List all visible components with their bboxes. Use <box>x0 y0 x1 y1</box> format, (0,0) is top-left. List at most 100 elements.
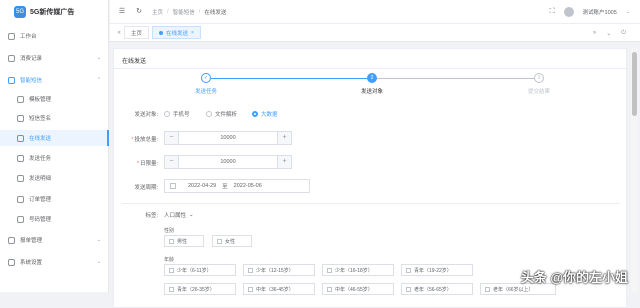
sidebar-item-label: 消费记录 <box>20 54 42 62</box>
radio-big-data[interactable]: 大数据 <box>252 110 278 118</box>
total-volume-input[interactable]: 10000 <box>179 132 277 144</box>
fullscreen-icon[interactable]: ⛶ <box>550 8 555 16</box>
calendar-icon <box>170 183 176 189</box>
report-icon <box>8 237 15 244</box>
task-icon <box>17 155 24 162</box>
top-bar: ☰ ↻ 主页 / 智能短信 / 在线发送 ⛶ 测试账户1005 ⌄ <box>110 0 640 24</box>
tab-menu-icon[interactable]: ⌄ <box>606 30 611 37</box>
breadcrumb-home[interactable]: 主页 <box>152 8 163 16</box>
step-line-2 <box>377 78 534 79</box>
scrollbar-thumb[interactable] <box>632 52 637 116</box>
tag-category-select[interactable]: 人口属性 ⌄ <box>164 211 194 219</box>
send-icon <box>17 135 24 142</box>
checkbox-age-19-22[interactable]: 青年（19-22岁） <box>401 264 473 276</box>
page-title: 在线发送 <box>122 56 146 65</box>
checkbox-age-36-45[interactable]: 中年（36-45岁） <box>243 283 315 295</box>
daily-limit-label: *日限量: <box>118 159 158 167</box>
sidebar-item-online-send[interactable]: 在线发送 <box>0 130 109 146</box>
sidebar-item-label: 模板管理 <box>29 95 51 103</box>
age-label: 年龄 <box>164 256 174 263</box>
avatar[interactable] <box>564 7 574 17</box>
breadcrumb-current: 在线发送 <box>204 8 226 16</box>
checkbox-age-56-65[interactable]: 老年（56-65岁） <box>401 283 473 295</box>
sidebar-item-send-details[interactable]: 发送明细 <box>0 170 109 186</box>
sidebar-item-smart-sms[interactable]: 智能短信 ⌃ <box>0 72 109 88</box>
step-3-label: 提交结果 <box>519 87 559 95</box>
tab-online-send[interactable]: 在线发送 × <box>152 26 201 39</box>
sidebar-item-consumption[interactable]: 消费记录 ⌄ <box>0 50 109 66</box>
message-icon <box>8 77 15 84</box>
checkbox-age-16-18[interactable]: 少年（16-18岁） <box>322 264 394 276</box>
template-icon <box>17 96 24 103</box>
send-type-label: 发送对象: <box>118 110 158 118</box>
vertical-scrollbar[interactable] <box>631 48 638 292</box>
app-title: 5G新传媒广告 <box>30 7 74 17</box>
send-period-daterange[interactable]: 2022-04-29 至 2022-05-06 <box>164 179 310 193</box>
increment-button[interactable]: + <box>277 132 291 144</box>
sidebar-item-signatures[interactable]: 短信签名 <box>0 110 109 126</box>
logo-icon: 5G <box>14 6 26 18</box>
total-volume-stepper[interactable]: − 10000 + <box>164 131 292 145</box>
watermark: 头条 @你的左小姐 <box>521 267 628 286</box>
step-3-indicator: 3 <box>534 73 544 83</box>
sidebar-item-label: 工作台 <box>20 32 37 40</box>
sidebar-item-workbench[interactable]: 工作台 <box>0 28 109 44</box>
desktop-icon <box>8 33 15 40</box>
send-period-label: 发送周期: <box>118 183 158 191</box>
sidebar-item-label: 发送任务 <box>29 154 51 162</box>
step-1-label: 发送任务 <box>186 87 226 95</box>
sidebar-item-label: 系统设置 <box>20 258 42 266</box>
chevron-down-icon[interactable]: ⌄ <box>626 9 630 15</box>
sidebar: 5G 5G新传媒广告 工作台 消费记录 ⌄ 智能短信 ⌃ 模板管理 短信签名 在… <box>0 0 109 292</box>
signature-icon <box>17 115 24 122</box>
tab-close-all-icon[interactable]: ⏻ <box>621 30 626 37</box>
chevron-down-icon: ⌄ <box>97 55 101 61</box>
scroll-left-icon[interactable]: « <box>114 30 124 36</box>
radio-file[interactable]: 文件解析 <box>206 110 237 118</box>
tags-label: 标签: <box>118 211 158 219</box>
step-2-label: 发送对象 <box>352 87 392 95</box>
decrement-button[interactable]: − <box>165 132 179 144</box>
sidebar-item-reports[interactable]: 报单管理 ⌄ <box>0 232 109 248</box>
sidebar-item-send-tasks[interactable]: 发送任务 <box>0 150 109 166</box>
tab-home[interactable]: 主页 <box>124 26 149 39</box>
sidebar-item-numbers[interactable]: 号码管理 <box>0 211 109 227</box>
detail-icon <box>17 175 24 182</box>
menu-toggle-icon[interactable]: ☰ <box>118 8 126 16</box>
coin-icon <box>8 55 15 62</box>
checkbox-age-26-35[interactable]: 青年（26-35岁） <box>164 283 236 295</box>
sidebar-item-orders[interactable]: 订单管理 <box>0 191 109 207</box>
sidebar-item-label: 订单管理 <box>29 195 51 203</box>
checkbox-age-12-15[interactable]: 少年（12-15岁） <box>243 264 315 276</box>
sidebar-item-label: 短信签名 <box>29 114 51 122</box>
breadcrumb-smart-sms[interactable]: 智能短信 <box>173 8 195 16</box>
radio-phone[interactable]: 手机号 <box>164 110 190 118</box>
user-name[interactable]: 测试账户1005 <box>583 8 617 16</box>
scroll-right-icon[interactable]: » <box>593 30 596 36</box>
date-end[interactable]: 2022-05-06 <box>234 183 262 189</box>
checkbox-male[interactable]: 男性 <box>164 235 204 247</box>
chevron-down-icon: ⌄ <box>189 212 194 218</box>
sidebar-item-settings[interactable]: 系统设置 ⌄ <box>0 254 109 270</box>
chevron-down-icon: ⌄ <box>97 237 101 243</box>
checkbox-age-46-55[interactable]: 中年（46-55岁） <box>322 283 394 295</box>
sidebar-item-templates[interactable]: 模板管理 <box>0 91 109 107</box>
daily-limit-input[interactable]: 10000 <box>179 156 277 168</box>
number-icon <box>17 216 24 223</box>
step-1-check-icon: ✓ <box>201 73 211 83</box>
close-icon[interactable]: × <box>191 30 194 36</box>
top-right-tools: ⛶ 测试账户1005 ⌄ <box>550 0 630 24</box>
checkbox-age-6-11[interactable]: 少年（6-11岁） <box>164 264 236 276</box>
daily-limit-stepper[interactable]: − 10000 + <box>164 155 292 169</box>
gender-label: 性别 <box>164 227 174 234</box>
checkbox-female[interactable]: 女性 <box>212 235 252 247</box>
refresh-icon[interactable]: ↻ <box>135 8 143 16</box>
settings-icon <box>8 259 15 266</box>
decrement-button[interactable]: − <box>165 156 179 168</box>
step-2-indicator: 2 <box>367 73 377 83</box>
order-icon <box>17 196 24 203</box>
date-start[interactable]: 2022-04-29 <box>188 183 216 189</box>
increment-button[interactable]: + <box>277 156 291 168</box>
sidebar-item-label: 号码管理 <box>29 215 51 223</box>
logo: 5G 5G新传媒广告 <box>0 0 109 24</box>
